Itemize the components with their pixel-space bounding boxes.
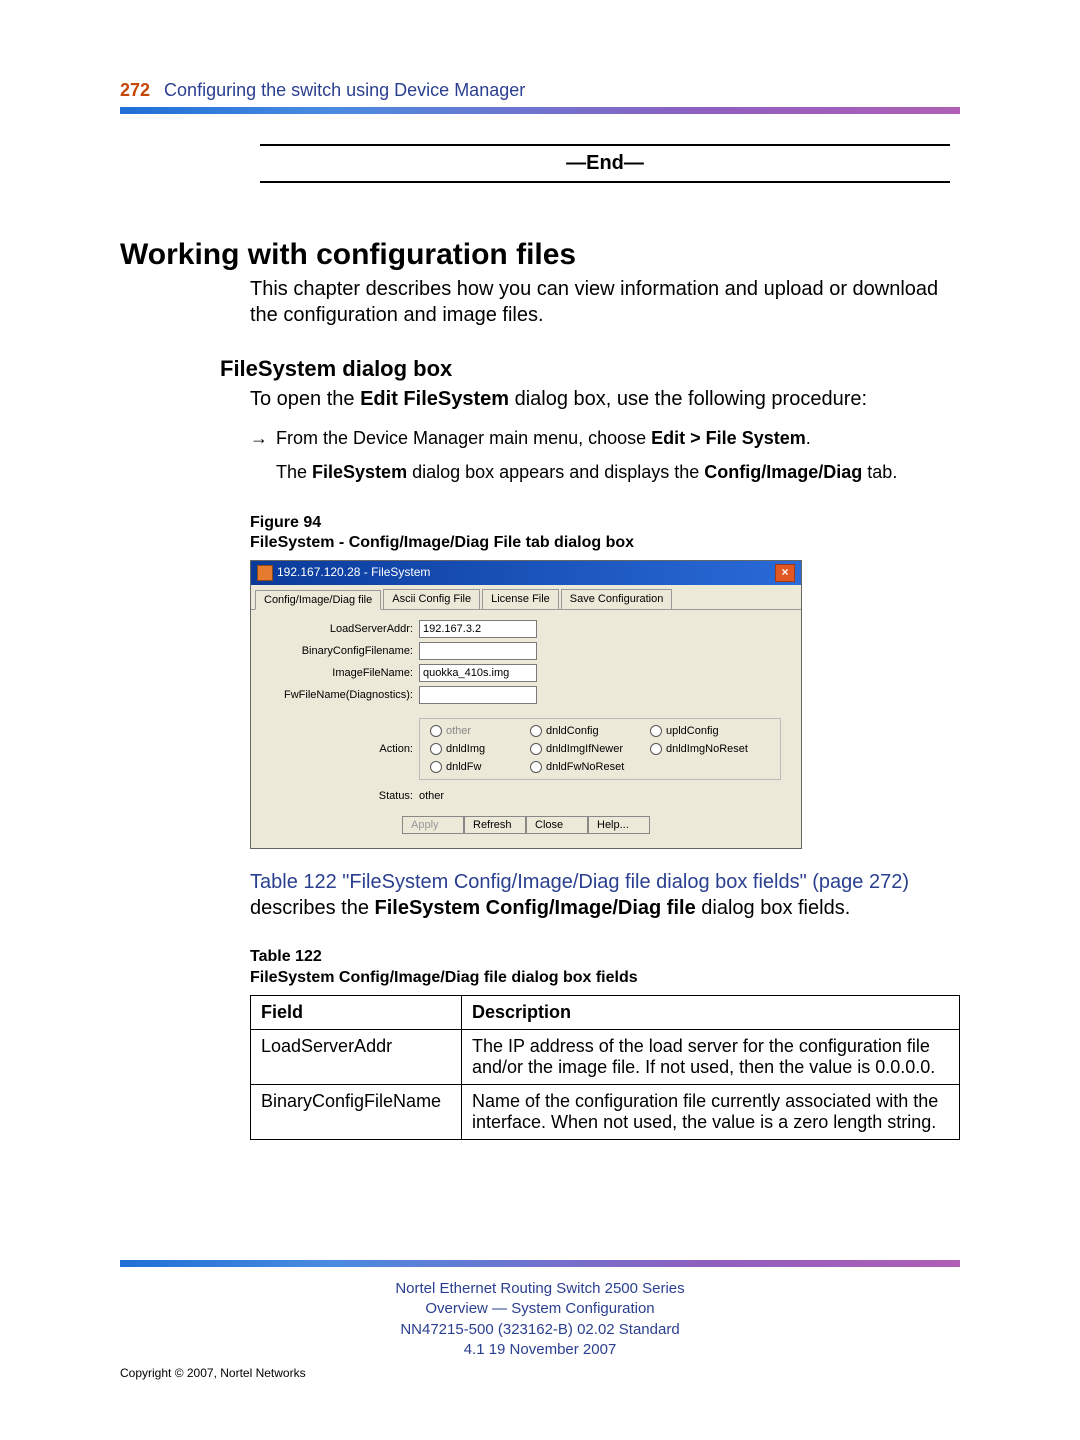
input-fwfilename[interactable]: [419, 686, 537, 704]
end-marker-block: —End—: [250, 144, 960, 183]
intro-paragraph: This chapter describes how you can view …: [250, 276, 960, 328]
end-marker: —End—: [260, 152, 950, 175]
page-footer: Nortel Ethernet Routing Switch 2500 Seri…: [120, 1260, 960, 1380]
table-row: BinaryConfigFileName Name of the configu…: [251, 1084, 960, 1139]
help-button[interactable]: Help...: [588, 816, 650, 834]
radio-dnldconfig[interactable]: dnldConfig: [530, 725, 650, 737]
col-field: Field: [251, 995, 462, 1029]
page-header: 272 Configuring the switch using Device …: [120, 80, 960, 101]
table-caption: Table 122 FileSystem Config/Image/Diag f…: [250, 947, 960, 989]
tab-config-image-diag[interactable]: Config/Image/Diag file: [255, 590, 381, 610]
arrow-icon: →: [250, 426, 276, 485]
open-procedure-line: To open the Edit FileSystem dialog box, …: [250, 386, 960, 412]
value-status: other: [419, 790, 444, 802]
table-reference-link[interactable]: Table 122 "FileSystem Config/Image/Diag …: [250, 871, 909, 893]
label-binaryconfigfilename: BinaryConfigFilename:: [263, 645, 419, 657]
filesystem-dialog: 192.167.120.28 - FileSystem × Config/Ima…: [250, 560, 802, 849]
footer-line-4: 4.1 19 November 2007: [120, 1340, 960, 1360]
figure-caption: Figure 94 FileSystem - Config/Image/Diag…: [250, 513, 960, 555]
radio-upldconfig[interactable]: upldConfig: [650, 725, 770, 737]
radio-dnldfw[interactable]: dnldFw: [430, 761, 530, 773]
section-heading: Working with configuration files: [120, 238, 960, 272]
radio-dnldimg[interactable]: dnldImg: [430, 743, 530, 755]
label-loadserveraddr: LoadServerAddr:: [263, 623, 419, 635]
app-icon: [257, 565, 273, 581]
close-icon[interactable]: ×: [775, 564, 795, 582]
table-row: LoadServerAddr The IP address of the loa…: [251, 1029, 960, 1084]
action-radio-group: other dnldConfig upldConfig dnldImg dnld…: [419, 718, 781, 780]
radio-dnldimgifnewer[interactable]: dnldImgIfNewer: [530, 743, 650, 755]
col-description: Description: [462, 995, 960, 1029]
procedure-step: → From the Device Manager main menu, cho…: [250, 426, 960, 485]
table-reference: Table 122 "FileSystem Config/Image/Diag …: [250, 869, 960, 921]
footer-line-1: Nortel Ethernet Routing Switch 2500 Seri…: [120, 1279, 960, 1299]
header-rule: [120, 107, 960, 114]
input-loadserveraddr[interactable]: [419, 620, 537, 638]
dialog-titlebar: 192.167.120.28 - FileSystem ×: [251, 561, 801, 585]
tab-save-configuration[interactable]: Save Configuration: [561, 589, 673, 609]
input-binaryconfigfilename[interactable]: [419, 642, 537, 660]
fields-table: Field Description LoadServerAddr The IP …: [250, 995, 960, 1140]
label-fwfilename: FwFileName(Diagnostics):: [263, 689, 419, 701]
input-imagefilename[interactable]: [419, 664, 537, 682]
footer-line-3: NN47215-500 (323162-B) 02.02 Standard: [120, 1320, 960, 1340]
footer-rule: [120, 1260, 960, 1267]
footer-line-2: Overview — System Configuration: [120, 1299, 960, 1319]
label-imagefilename: ImageFileName:: [263, 667, 419, 679]
dialog-button-row: Apply Refresh Close Help...: [263, 816, 789, 834]
radio-dnldfwnoreset[interactable]: dnldFwNoReset: [530, 761, 650, 773]
chapter-title: Configuring the switch using Device Mana…: [164, 80, 525, 101]
label-status: Status:: [263, 790, 419, 802]
dialog-tabstrip: Config/Image/Diag file Ascii Config File…: [251, 585, 801, 610]
page-number: 272: [120, 80, 150, 101]
radio-other[interactable]: other: [430, 725, 530, 737]
copyright: Copyright © 2007, Nortel Networks: [120, 1366, 960, 1380]
tab-license-file[interactable]: License File: [482, 589, 559, 609]
refresh-button[interactable]: Refresh: [464, 816, 526, 834]
dialog-title-text: 192.167.120.28 - FileSystem: [277, 565, 430, 579]
radio-dnldimgnoreset[interactable]: dnldImgNoReset: [650, 743, 770, 755]
label-action: Action:: [263, 743, 419, 755]
close-button[interactable]: Close: [526, 816, 588, 834]
tab-ascii-config[interactable]: Ascii Config File: [383, 589, 480, 609]
apply-button[interactable]: Apply: [402, 816, 464, 834]
subsection-heading: FileSystem dialog box: [220, 356, 960, 382]
